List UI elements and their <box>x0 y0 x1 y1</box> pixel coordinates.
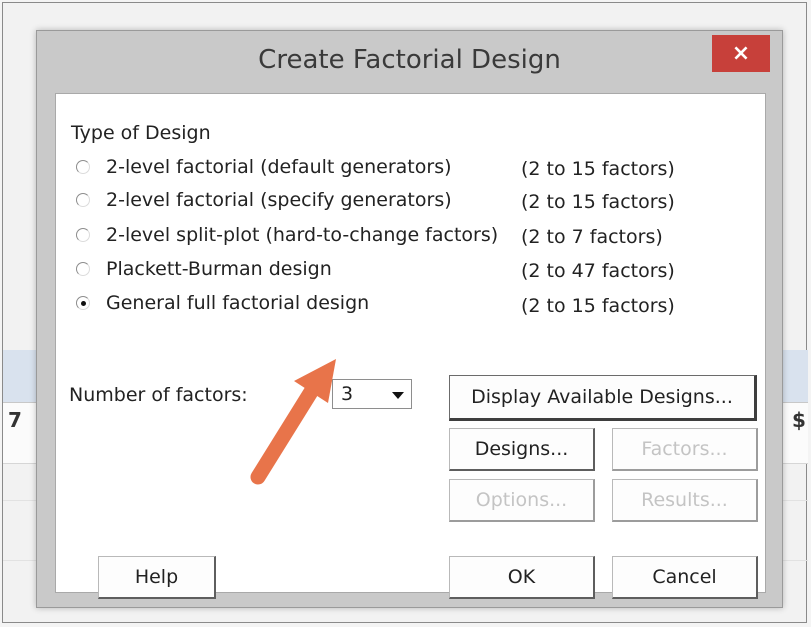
radio-selected-dot <box>80 300 86 306</box>
close-button[interactable]: × <box>712 35 770 72</box>
designs-button[interactable]: Designs... <box>449 428 595 471</box>
dialog-title: Create Factorial Design <box>258 45 561 75</box>
create-factorial-design-dialog: Create Factorial Design × Type of Design… <box>36 30 783 608</box>
results-button: Results... <box>612 479 758 522</box>
close-icon: × <box>731 41 751 66</box>
type-of-design-label: Type of Design <box>71 122 211 144</box>
cancel-button[interactable]: Cancel <box>612 556 758 599</box>
option-label-2level-specify[interactable]: 2-level factorial (specify generators) <box>106 189 452 211</box>
chevron-down-icon <box>392 392 404 399</box>
radio-2level-specify-generators[interactable] <box>74 191 91 208</box>
background-row-label-right: $ <box>792 408 806 432</box>
option-label-plackett-burman[interactable]: Plackett-Burman design <box>106 258 332 280</box>
option-label-2level-default[interactable]: 2-level factorial (default generators) <box>106 156 452 178</box>
radio-2level-split-plot[interactable] <box>74 226 91 243</box>
radio-general-full-factorial[interactable] <box>74 294 91 311</box>
help-button[interactable]: Help <box>98 556 216 599</box>
option-range-split-plot: (2 to 7 factors) <box>521 226 663 248</box>
dialog-titlebar[interactable]: Create Factorial Design × <box>37 31 782 93</box>
options-button: Options... <box>449 479 595 522</box>
number-of-factors-value: 3 <box>341 383 354 405</box>
option-label-split-plot[interactable]: 2-level split-plot (hard-to-change facto… <box>106 224 498 246</box>
option-range-2level-default: (2 to 15 factors) <box>521 158 675 180</box>
annotation-arrow-icon <box>250 359 336 485</box>
number-of-factors-dropdown[interactable]: 3 <box>332 379 412 409</box>
radio-2level-default-generators[interactable] <box>74 158 91 175</box>
dialog-client-area: Type of Design 2-level factorial (defaul… <box>55 93 766 599</box>
option-label-general-full-factorial[interactable]: General full factorial design <box>106 292 369 314</box>
option-range-2level-specify: (2 to 15 factors) <box>521 191 675 213</box>
factors-button: Factors... <box>612 428 758 471</box>
display-available-designs-button[interactable]: Display Available Designs... <box>449 375 757 421</box>
option-range-general-full-factorial: (2 to 15 factors) <box>521 295 675 317</box>
radio-plackett-burman[interactable] <box>74 260 91 277</box>
background-row-label-left: 7 <box>8 408 22 432</box>
option-range-plackett-burman: (2 to 47 factors) <box>521 260 675 282</box>
ok-button[interactable]: OK <box>449 556 595 599</box>
